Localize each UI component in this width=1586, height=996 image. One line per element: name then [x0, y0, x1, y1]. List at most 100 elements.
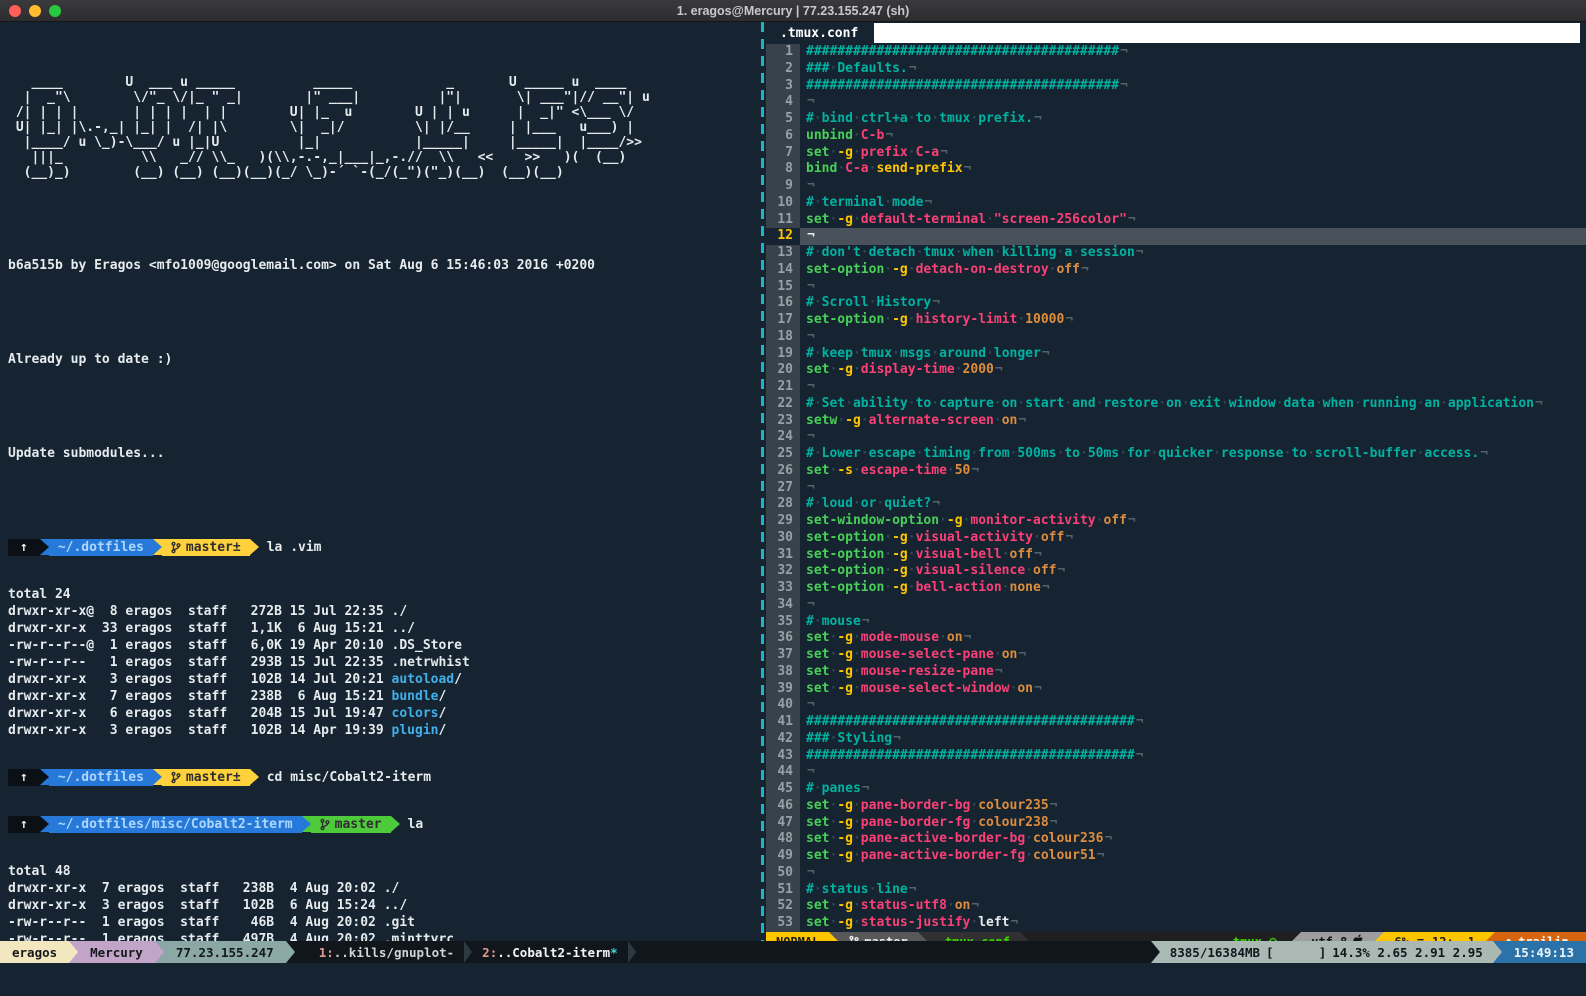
- vim-line[interactable]: 9¬: [766, 178, 1586, 195]
- line-number: 46: [766, 798, 800, 815]
- vim-line[interactable]: 35#·mouse¬: [766, 614, 1586, 631]
- line-number: 27: [766, 480, 800, 497]
- vim-line[interactable]: 14set-option·-g·detach-on-destroy·off¬: [766, 262, 1586, 279]
- vim-line[interactable]: 40¬: [766, 697, 1586, 714]
- file-name: ./: [392, 604, 408, 619]
- line-number: 20: [766, 362, 800, 379]
- vim-line[interactable]: 49set·-g·pane-active-border-fg·colour51¬: [766, 848, 1586, 865]
- vim-line[interactable]: 8bind·C-a·send-prefix¬: [766, 161, 1586, 178]
- file-row: drwxr-xr-x 3 eragos staff 102B 14 Apr 19…: [8, 722, 760, 739]
- line-number: 51: [766, 882, 800, 899]
- line-number: 3: [766, 78, 800, 95]
- vim-buffer[interactable]: 1#######################################…: [766, 44, 1586, 932]
- vim-pane[interactable]: .tmux.conf 1############################…: [766, 22, 1586, 963]
- vim-line[interactable]: 25#·Lower·escape·timing·from·500ms·to·50…: [766, 446, 1586, 463]
- vim-tabline-fill: [874, 23, 1580, 43]
- vim-line[interactable]: 20set·-g·display-time·2000¬: [766, 362, 1586, 379]
- vim-line[interactable]: 37set·-g·mouse-select-pane·on¬: [766, 647, 1586, 664]
- vim-line[interactable]: 41######################################…: [766, 714, 1586, 731]
- tmux-ip-segment: 77.23.155.247: [164, 941, 286, 963]
- vim-line[interactable]: 44¬: [766, 764, 1586, 781]
- vim-line[interactable]: 17set-option·-g·history-limit·10000¬: [766, 312, 1586, 329]
- vim-line[interactable]: 30set-option·-g·visual-activity·off¬: [766, 530, 1586, 547]
- vim-line[interactable]: 3#######################################…: [766, 78, 1586, 95]
- shell-command: la: [408, 816, 424, 833]
- line-number: 11: [766, 212, 800, 229]
- vim-line[interactable]: 18¬: [766, 329, 1586, 346]
- vim-line[interactable]: 15¬: [766, 279, 1586, 296]
- vim-line[interactable]: 43######################################…: [766, 748, 1586, 765]
- vim-line[interactable]: 52set·-g·status-utf8·on¬: [766, 898, 1586, 915]
- cpu-load-stats: 14.3% 2.65 2.91 2.95: [1332, 945, 1483, 960]
- vim-line[interactable]: 27¬: [766, 480, 1586, 497]
- line-number: 42: [766, 731, 800, 748]
- powerline-arrow: [1151, 941, 1160, 963]
- vim-line[interactable]: 1#######################################…: [766, 44, 1586, 61]
- vim-line[interactable]: 10#·terminal·mode¬: [766, 195, 1586, 212]
- vim-line[interactable]: 13#·don't·detach·tmux·when·killing·a·ses…: [766, 245, 1586, 262]
- line-number: 38: [766, 664, 800, 681]
- vim-line[interactable]: 29set-window-option·-g·monitor-activity·…: [766, 513, 1586, 530]
- vim-tabline: .tmux.conf: [766, 22, 1586, 44]
- vim-line[interactable]: 19#·keep·tmux·msgs·around·longer¬: [766, 346, 1586, 363]
- vim-line[interactable]: 7set·-g·prefix·C-a¬: [766, 145, 1586, 162]
- tmux-clock: 15:49:13: [1502, 941, 1586, 963]
- vim-line[interactable]: 36set·-g·mode-mouse·on¬: [766, 630, 1586, 647]
- vim-line[interactable]: 50¬: [766, 865, 1586, 882]
- vim-line[interactable]: 39set·-g·mouse-select-window·on¬: [766, 681, 1586, 698]
- vim-line[interactable]: 12¬: [766, 228, 1586, 245]
- vim-line[interactable]: 47set·-g·pane-border-fg·colour238¬: [766, 815, 1586, 832]
- titlebar: 1. eragos@Mercury | 77.23.155.247 (sh): [0, 0, 1586, 22]
- line-number: 29: [766, 513, 800, 530]
- vim-line[interactable]: 5#·bind·ctrl+a·to·tmux·prefix.¬: [766, 111, 1586, 128]
- vim-line[interactable]: 4¬: [766, 94, 1586, 111]
- line-number: 49: [766, 848, 800, 865]
- vim-line[interactable]: 11set·-g·default-terminal·"screen-256col…: [766, 212, 1586, 229]
- vim-line[interactable]: 53set·-g·status-justify·left¬: [766, 915, 1586, 932]
- vim-line[interactable]: 22#·Set·ability·to·capture·on·start·and·…: [766, 396, 1586, 413]
- vim-tab[interactable]: .tmux.conf: [766, 26, 874, 41]
- line-number: 43: [766, 748, 800, 765]
- vim-line[interactable]: 31set-option·-g·visual-bell·off¬: [766, 547, 1586, 564]
- vim-line[interactable]: 48set·-g·pane-active-border-bg·colour236…: [766, 831, 1586, 848]
- tmux-window-2[interactable]: 2:..Cobalt2-iterm*: [472, 941, 627, 963]
- line-number: 37: [766, 647, 800, 664]
- vim-line[interactable]: 26set·-s·escape-time·50¬: [766, 463, 1586, 480]
- vim-line[interactable]: 24¬: [766, 429, 1586, 446]
- shell-pane[interactable]: ____ U ___ u _____ _____ _ U _____ u ___…: [0, 22, 760, 963]
- line-number: 40: [766, 697, 800, 714]
- line-number: 8: [766, 161, 800, 178]
- line-number: 53: [766, 915, 800, 932]
- tmux-window-1[interactable]: 1:..kills/gnuplot-: [309, 941, 464, 963]
- prompt-status-segment: ↑: [8, 539, 40, 556]
- blank-line: [8, 492, 760, 509]
- file-row: -rw-r--r--@ 1 eragos staff 6,0K 19 Apr 2…: [8, 637, 760, 654]
- file-row: drwxr-xr-x 6 eragos staff 204B 15 Jul 19…: [8, 705, 760, 722]
- vim-line[interactable]: 34¬: [766, 597, 1586, 614]
- vim-line[interactable]: 21¬: [766, 379, 1586, 396]
- line-number: 10: [766, 195, 800, 212]
- prompt-line: ↑~/.dotfiles/misc/Cobalt2-itermmasterla: [8, 816, 760, 833]
- update-submodules-line: Update submodules...: [8, 445, 760, 462]
- vim-line[interactable]: 33set-option·-g·bell-action·none¬: [766, 580, 1586, 597]
- vim-line[interactable]: 45#·panes¬: [766, 781, 1586, 798]
- vim-line[interactable]: 23setw·-g·alternate-screen·on¬: [766, 413, 1586, 430]
- line-number: 39: [766, 681, 800, 698]
- vim-line[interactable]: 51#·status·line¬: [766, 882, 1586, 899]
- line-number: 13: [766, 245, 800, 262]
- line-number: 48: [766, 831, 800, 848]
- line-number: 14: [766, 262, 800, 279]
- line-number: 36: [766, 630, 800, 647]
- git-branch-icon: [171, 771, 181, 784]
- tmux-pane-border[interactable]: [761, 22, 764, 963]
- vim-line[interactable]: 2###·Defaults.¬: [766, 61, 1586, 78]
- vim-line[interactable]: 16#·Scroll·History¬: [766, 295, 1586, 312]
- vim-line[interactable]: 46set·-g·pane-border-bg·colour235¬: [766, 798, 1586, 815]
- vim-line[interactable]: 28#·loud·or·quiet?¬: [766, 496, 1586, 513]
- vim-line[interactable]: 6unbind·C-b¬: [766, 128, 1586, 145]
- vim-line[interactable]: 38set·-g·mouse-resize-pane¬: [766, 664, 1586, 681]
- vim-line[interactable]: 42###·Styling¬: [766, 731, 1586, 748]
- line-number: 50: [766, 865, 800, 882]
- vim-line[interactable]: 32set-option·-g·visual-silence·off¬: [766, 563, 1586, 580]
- prompt-path-segment: ~/.dotfiles: [49, 769, 153, 786]
